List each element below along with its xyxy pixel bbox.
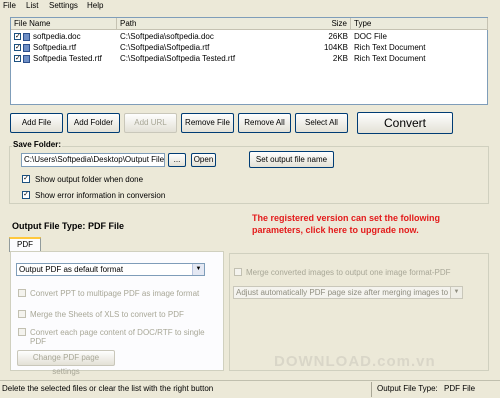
select-all-button[interactable]: Select All — [295, 113, 348, 133]
file-name-cell: softpedia.doc — [33, 32, 81, 41]
add-folder-button[interactable]: Add Folder — [67, 113, 120, 133]
status-message: Delete the selected files or clear the l… — [2, 384, 214, 393]
adjust-page-size-value: Adjust automatically PDF page size after… — [236, 288, 462, 297]
column-header-file-name[interactable]: File Name — [11, 18, 117, 30]
table-row[interactable]: ✓ softpedia.doc C:\Softpedia\softpedia.d… — [11, 32, 487, 42]
row-checkbox[interactable]: ✓ — [14, 44, 21, 51]
file-icon — [23, 33, 30, 41]
table-row[interactable]: ✓ Softpedia.rtf C:\Softpedia\Softpedia.r… — [11, 43, 487, 53]
chevron-down-icon: ▼ — [450, 287, 462, 298]
column-header-type[interactable]: Type — [351, 18, 488, 30]
doc-single-pdf-label-line2: PDF — [30, 337, 46, 346]
row-checkbox[interactable]: ✓ — [14, 33, 21, 40]
path-cell: C:\Softpedia\softpedia.doc — [120, 32, 214, 41]
file-name-cell: Softpedia Tested.rtf — [33, 54, 102, 63]
type-cell: Rich Text Document — [354, 43, 426, 52]
ppt-multipage-label: Convert PPT to multipage PDF as image fo… — [30, 289, 200, 298]
type-cell: DOC File — [354, 32, 387, 41]
merge-xls-checkbox[interactable] — [18, 310, 26, 318]
open-folder-button[interactable]: Open — [191, 153, 216, 167]
file-name-cell: Softpedia.rtf — [33, 43, 77, 52]
chevron-down-icon: ▼ — [192, 264, 204, 275]
remove-all-button[interactable]: Remove All — [238, 113, 291, 133]
show-output-folder-label: Show output folder when done — [35, 175, 144, 184]
column-header-size[interactable]: Size — [301, 18, 351, 30]
file-icon — [23, 44, 30, 52]
tab-pdf[interactable]: PDF — [9, 237, 41, 252]
show-output-folder-checkbox[interactable]: ✓ — [22, 175, 30, 183]
status-bar: Delete the selected files or clear the l… — [0, 380, 500, 398]
doc-single-pdf-checkbox[interactable] — [18, 328, 26, 336]
path-cell: C:\Softpedia\Softpedia.rtf — [120, 43, 210, 52]
size-cell: 104KB — [323, 43, 348, 52]
adjust-page-size-select[interactable]: Adjust automatically PDF page size after… — [233, 286, 463, 299]
doc-single-pdf-label-line1: Convert each page content of DOC/RTF to … — [30, 328, 205, 337]
add-url-button[interactable]: Add URL — [124, 113, 177, 133]
menu-settings[interactable]: Settings — [49, 1, 78, 10]
merge-xls-label: Merge the Sheets of XLS to convert to PD… — [30, 310, 184, 319]
status-output-type-value: PDF File — [444, 384, 476, 393]
menu-help[interactable]: Help — [87, 1, 103, 10]
output-file-type-value: PDF File — [88, 221, 125, 231]
add-file-button[interactable]: Add File — [10, 113, 63, 133]
show-errors-checkbox[interactable]: ✓ — [22, 191, 30, 199]
upgrade-notice-line1[interactable]: The registered version can set the follo… — [252, 213, 440, 223]
remove-file-button[interactable]: Remove File — [181, 113, 234, 133]
show-errors-label: Show error information in conversion — [35, 191, 166, 200]
size-cell: 26KB — [328, 32, 348, 41]
browse-button[interactable]: ... — [168, 153, 186, 167]
output-folder-input[interactable]: C:\Users\Softpedia\Desktop\Output Files — [21, 153, 165, 167]
save-folder-label: Save Folder: — [12, 140, 63, 149]
type-cell: Rich Text Document — [354, 54, 426, 63]
menu-bar: File List Settings Help — [0, 0, 500, 12]
merge-images-checkbox[interactable] — [234, 268, 242, 276]
status-output-type-label: Output File Type: — [377, 384, 438, 393]
set-output-file-name-button[interactable]: Set output file name — [249, 151, 334, 168]
file-icon — [23, 55, 30, 63]
convert-button[interactable]: Convert — [357, 112, 453, 134]
change-page-settings-button[interactable]: Change PDF page settings — [17, 350, 115, 376]
status-divider — [371, 382, 372, 397]
path-cell: C:\Softpedia\Softpedia Tested.rtf — [120, 54, 236, 63]
ppt-multipage-checkbox[interactable] — [18, 289, 26, 297]
menu-list[interactable]: List — [26, 1, 38, 10]
pdf-format-select[interactable]: Output PDF as default format ▼ — [16, 263, 205, 276]
file-list[interactable]: File Name Path Size Type ✓ softpedia.doc… — [10, 17, 488, 105]
merge-images-label: Merge converted images to output one ima… — [246, 268, 451, 277]
upgrade-notice-line2[interactable]: parameters, click here to upgrade now. — [252, 225, 419, 235]
menu-file[interactable]: File — [3, 1, 16, 10]
watermark-logo: DOWNLOAD.com.vn — [274, 353, 436, 370]
table-row[interactable]: ✓ Softpedia Tested.rtf C:\Softpedia\Soft… — [11, 54, 487, 64]
size-cell: 2KB — [332, 54, 348, 63]
row-checkbox[interactable]: ✓ — [14, 55, 21, 62]
output-file-type-label: Output File Type: — [12, 221, 86, 231]
pdf-format-value: Output PDF as default format — [19, 265, 124, 274]
